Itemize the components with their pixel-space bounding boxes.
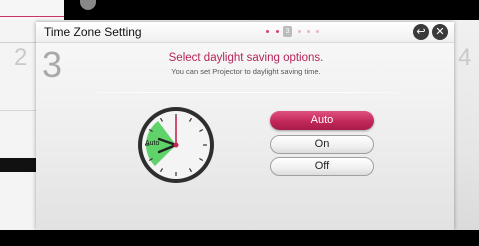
background-black-bar	[0, 158, 36, 172]
on-option-button[interactable]: On	[270, 135, 374, 154]
close-button[interactable]: ✕	[432, 24, 448, 40]
background-left-panel	[0, 0, 36, 246]
step-dot	[266, 30, 269, 33]
dialog-title: Time Zone Setting	[44, 25, 142, 39]
back-button[interactable]: ↩	[413, 24, 429, 40]
divider	[0, 16, 64, 17]
dialog-subheading: You can set Projector to daylight saving…	[171, 67, 321, 76]
close-icon: ✕	[435, 25, 445, 38]
step-dot	[316, 30, 319, 33]
step-dot-current: 3	[283, 26, 292, 37]
next-step-number[interactable]: 4	[458, 44, 471, 72]
dialog-header: Time Zone Setting 3 ↩ ✕	[36, 22, 454, 43]
background-top-left	[0, 0, 64, 20]
bottom-black-bar	[0, 230, 479, 246]
step-dot	[276, 30, 279, 33]
divider	[0, 110, 36, 111]
step-dot	[298, 30, 301, 33]
dialog-heading: Select daylight saving options.	[168, 52, 324, 64]
time-zone-dialog: Time Zone Setting 3 ↩ ✕ 3 Select dayligh…	[36, 22, 454, 230]
step-number: 3	[42, 44, 63, 85]
section-divider	[76, 92, 416, 93]
clock-label: Auto	[145, 140, 160, 147]
off-option-button[interactable]: Off	[270, 157, 374, 176]
top-black-bar	[0, 0, 479, 20]
previous-step-number[interactable]: 2	[14, 44, 27, 72]
clock-illustration: Auto	[137, 106, 215, 184]
divider	[0, 42, 36, 43]
auto-option-button[interactable]: Auto	[270, 111, 374, 130]
step-dot	[307, 30, 310, 33]
back-icon: ↩	[416, 25, 426, 38]
